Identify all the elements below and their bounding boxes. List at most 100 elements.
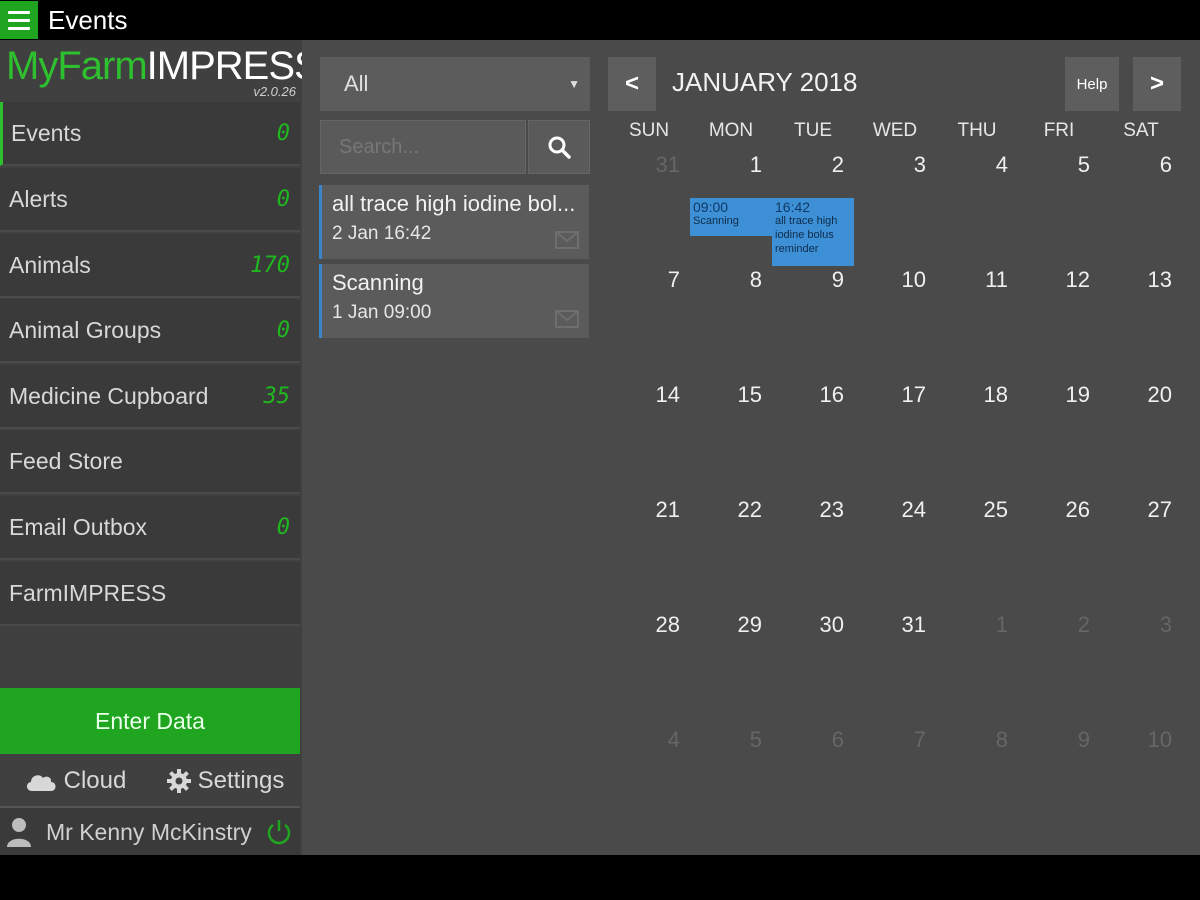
- calendar-day-cell[interactable]: 11: [936, 261, 1018, 376]
- calendar-day-cell[interactable]: 15: [690, 376, 772, 491]
- calendar-day-number: 24: [901, 497, 926, 522]
- search-input[interactable]: [339, 135, 507, 159]
- calendar-day-cell[interactable]: 6: [772, 721, 854, 836]
- calendar-day-cell[interactable]: 1: [936, 606, 1018, 721]
- search-button[interactable]: [528, 120, 590, 174]
- sidebar-item-medicine-cupboard[interactable]: Medicine Cupboard 35: [0, 365, 300, 429]
- calendar-day-cell[interactable]: 30: [772, 606, 854, 721]
- next-month-button[interactable]: >: [1133, 57, 1181, 111]
- calendar-day-cell[interactable]: 3: [1100, 606, 1182, 721]
- calendar-day-number: 1: [995, 612, 1008, 637]
- event-list-item[interactable]: Scanning 1 Jan 09:00: [319, 264, 589, 338]
- calendar-day-number: 10: [901, 267, 926, 292]
- user-row: Mr Kenny McKinstry: [0, 806, 300, 856]
- calendar-day-cell[interactable]: 16: [772, 376, 854, 491]
- calendar-day-cell[interactable]: 2: [1018, 606, 1100, 721]
- sidebar-item-label: Animals: [9, 251, 91, 278]
- event-list-item[interactable]: all trace high iodine bol... 2 Jan 16:42: [319, 185, 589, 259]
- sidebar-item-label: Events: [11, 119, 82, 146]
- calendar-day-cell[interactable]: 18: [936, 376, 1018, 491]
- sidebar-item-label: Alerts: [9, 185, 68, 212]
- sidebar-item-farmimpress[interactable]: FarmIMPRESS: [0, 562, 300, 626]
- calendar-day-cell[interactable]: 19: [1018, 376, 1100, 491]
- weekday-label: FRI: [1043, 120, 1075, 141]
- calendar-day-cell[interactable]: 2 16:42 all trace high iodine bolus remind…: [772, 146, 854, 266]
- calendar-day-cell[interactable]: 9: [772, 261, 854, 376]
- sidebar-item-count: 0: [276, 120, 290, 146]
- calendar-day-cell[interactable]: 22: [690, 491, 772, 606]
- calendar-day-number: 3: [1159, 612, 1172, 637]
- calendar-event-time: 16:42: [775, 199, 811, 215]
- help-button[interactable]: Help: [1065, 57, 1119, 111]
- calendar-day-cell[interactable]: 28: [608, 606, 690, 721]
- sidebar-item-feed-store[interactable]: Feed Store: [0, 430, 300, 494]
- top-bar: Events: [0, 0, 1200, 40]
- brand-logo: MyFarmIMPRESS v2.0.26: [6, 44, 321, 104]
- settings-label: Settings: [197, 767, 285, 794]
- calendar-day-cell[interactable]: 25: [936, 491, 1018, 606]
- sidebar-item-animals[interactable]: Animals 170: [0, 234, 300, 298]
- calendar-day-cell[interactable]: 20: [1100, 376, 1182, 491]
- calendar-event[interactable]: 09:00 Scanning: [690, 198, 772, 236]
- weekday-header: SUN MON TUE WED THU FRI SAT: [608, 120, 1184, 146]
- calendar-day-cell[interactable]: 14: [608, 376, 690, 491]
- calendar-day-cell[interactable]: 21: [608, 491, 690, 606]
- previous-month-button[interactable]: <: [608, 57, 656, 111]
- filter-value: All: [344, 71, 369, 96]
- calendar-day-cell[interactable]: 7: [854, 721, 936, 836]
- calendar-day-cell[interactable]: 5: [690, 721, 772, 836]
- settings-button[interactable]: Settings: [150, 767, 300, 795]
- calendar-day-number: 9: [1077, 727, 1090, 752]
- calendar-day-number: 29: [737, 612, 762, 637]
- calendar-day-cell[interactable]: 13: [1100, 261, 1182, 376]
- calendar-day-number: 28: [655, 612, 680, 637]
- calendar-day-cell[interactable]: 17: [854, 376, 936, 491]
- sidebar-item-email-outbox[interactable]: Email Outbox 0: [0, 496, 300, 560]
- bottom-bar: [0, 855, 1200, 900]
- calendar-day-number: 13: [1147, 267, 1172, 292]
- calendar-event[interactable]: 16:42 all trace high iodine bolus reminde…: [772, 198, 854, 266]
- calendar-day-cell[interactable]: 5: [1018, 146, 1100, 261]
- sidebar-item-animal-groups[interactable]: Animal Groups 0: [0, 299, 300, 363]
- calendar-day-cell[interactable]: 4: [936, 146, 1018, 261]
- event-filter-select[interactable]: All ▼: [320, 57, 590, 111]
- cloud-icon: [26, 775, 56, 791]
- calendar-day-cell[interactable]: 29: [690, 606, 772, 721]
- calendar-day-cell[interactable]: 3: [854, 146, 936, 261]
- calendar-day-cell[interactable]: 8: [690, 261, 772, 376]
- enter-data-button[interactable]: Enter Data: [0, 688, 300, 754]
- calendar-day-cell[interactable]: 23: [772, 491, 854, 606]
- calendar-day-cell[interactable]: 12: [1018, 261, 1100, 376]
- calendar-day-cell[interactable]: 31: [608, 146, 690, 261]
- calendar-day-cell[interactable]: 27: [1100, 491, 1182, 606]
- calendar-day-number: 10: [1147, 727, 1172, 752]
- calendar-day-cell[interactable]: 10: [854, 261, 936, 376]
- cloud-button[interactable]: Cloud: [0, 767, 150, 795]
- calendar-day-cell[interactable]: 8: [936, 721, 1018, 836]
- calendar-day-cell[interactable]: 4: [608, 721, 690, 836]
- search-icon: [548, 136, 571, 159]
- calendar-day-cell[interactable]: 1 09:00 Scanning: [690, 146, 772, 261]
- weekday-label: WED: [872, 120, 918, 141]
- calendar-day-cell[interactable]: 31: [854, 606, 936, 721]
- calendar-day-number: 20: [1147, 382, 1172, 407]
- event-list-panel: All ▼ all trace high iodine bol... 2 Jan…: [302, 40, 600, 855]
- calendar-day-cell[interactable]: 9: [1018, 721, 1100, 836]
- user-avatar-icon: [7, 818, 31, 847]
- weekday-label: SUN: [628, 120, 670, 141]
- sidebar-item-events[interactable]: Events 0: [0, 102, 300, 166]
- calendar-day-cell[interactable]: 6: [1100, 146, 1182, 261]
- event-title: Scanning: [332, 270, 424, 295]
- sidebar-item-count: 35: [263, 383, 291, 409]
- sidebar-item-alerts[interactable]: Alerts 0: [0, 168, 300, 232]
- calendar-event-time: 09:00: [693, 199, 729, 215]
- dropdown-arrow-icon: ▼: [568, 77, 580, 91]
- calendar-day-cell[interactable]: 7: [608, 261, 690, 376]
- hamburger-menu-icon[interactable]: [0, 1, 38, 39]
- calendar-event-text: all trace high iodine bolus reminder: [775, 215, 838, 255]
- power-icon[interactable]: [264, 817, 294, 847]
- calendar-day-cell[interactable]: 24: [854, 491, 936, 606]
- calendar-day-cell[interactable]: 26: [1018, 491, 1100, 606]
- calendar-day-cell[interactable]: 10: [1100, 721, 1182, 836]
- calendar-day-number: 5: [1077, 152, 1090, 177]
